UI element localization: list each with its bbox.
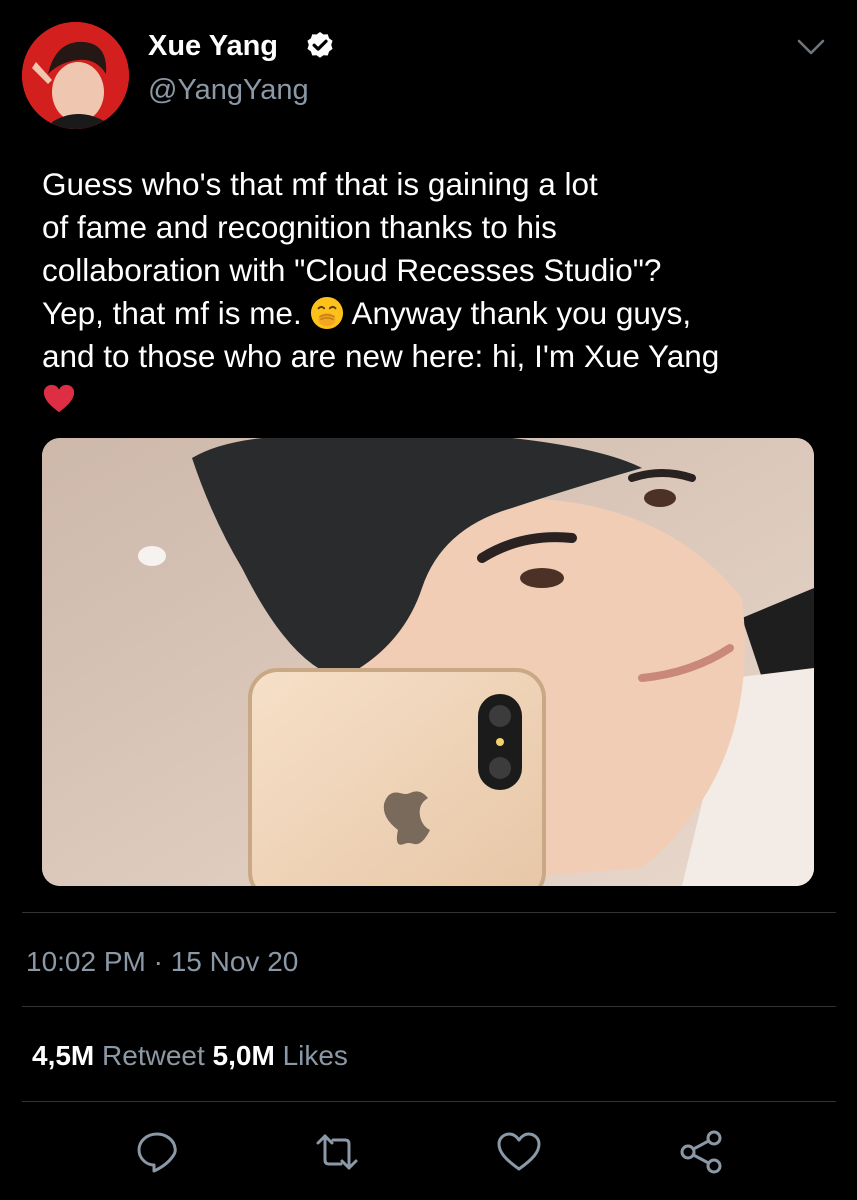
tweet-text-segment: Yep, that mf is me. [42, 295, 302, 331]
tweet-text-line: collaboration with "Cloud Recesses Studi… [42, 252, 662, 288]
tweet-text: Guess who's that mf that is gaining a lo… [42, 163, 832, 421]
author-handle[interactable]: @YangYang [148, 72, 309, 108]
author-avatar[interactable] [22, 22, 129, 129]
verified-badge-icon [307, 32, 333, 58]
tweet-text-line: of fame and recognition thanks to his [42, 209, 557, 245]
tweet-text-line: and to those who are new here: hi, I'm X… [42, 338, 720, 374]
selfie-photo [42, 438, 814, 886]
reply-icon[interactable] [133, 1128, 181, 1176]
tweet-text-line: Guess who's that mf that is gaining a lo… [42, 166, 598, 202]
tweet-timestamp[interactable]: 10:02 PM · 15 Nov 20 [26, 945, 298, 979]
tweet-text-line-emoji [42, 378, 832, 421]
author-display-name[interactable]: Xue Yang [148, 28, 278, 64]
tweet-text-segment: Anyway thank you guys, [351, 295, 692, 331]
tweet-stats: 4,5M Retweet 5,0M Likes [32, 1039, 348, 1073]
divider [22, 1101, 836, 1102]
red-heart-emoji [43, 384, 75, 413]
likes-label[interactable]: Likes [283, 1040, 348, 1071]
tweet-media-photo[interactable] [42, 438, 814, 886]
face-with-hand-over-mouth-emoji [311, 296, 344, 330]
tweet-text-line-with-emoji: Yep, that mf is me. Anyway thank you guy… [42, 292, 832, 335]
retweets-count[interactable]: 4,5M [32, 1040, 94, 1071]
likes-count[interactable]: 5,0M [213, 1040, 275, 1071]
retweet-icon[interactable] [313, 1128, 361, 1176]
like-icon[interactable] [495, 1128, 543, 1176]
divider [22, 1006, 836, 1007]
divider [22, 912, 836, 913]
share-icon[interactable] [678, 1128, 726, 1176]
avatar-image [22, 22, 129, 129]
retweets-label[interactable]: Retweet [102, 1040, 205, 1071]
chevron-down-icon[interactable] [796, 36, 826, 58]
